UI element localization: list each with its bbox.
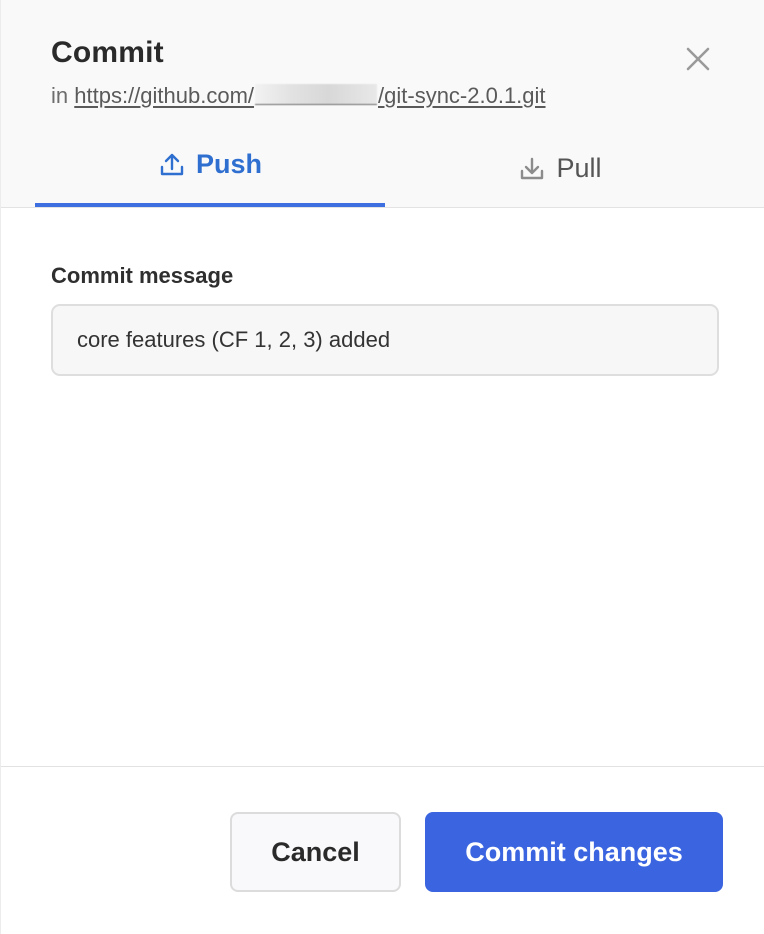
repo-subtitle: in https://github.com/ /git-sync-2.0.1.gi…: [51, 83, 546, 109]
subtitle-prefix: in: [51, 83, 69, 108]
upload-icon: [160, 153, 184, 175]
close-icon: [686, 47, 710, 71]
dialog-header: Commit in https://github.com/ /git-sync-2…: [1, 0, 764, 208]
commit-message-input[interactable]: [51, 304, 719, 376]
tab-push[interactable]: Push: [35, 140, 385, 207]
repo-url-end: /git-sync-2.0.1.git: [378, 83, 546, 108]
close-button[interactable]: [681, 42, 715, 76]
download-icon: [521, 157, 544, 179]
tab-pull[interactable]: Pull: [385, 140, 735, 207]
repo-url-link[interactable]: https://github.com/ /git-sync-2.0.1.git: [74, 83, 545, 108]
footer-divider: [1, 766, 764, 767]
redacted-username: [255, 84, 378, 105]
tab-push-label: Push: [195, 149, 262, 179]
repo-url-start: https://github.com/: [74, 83, 255, 108]
tab-pull-label: Pull: [556, 153, 602, 183]
dialog-title: Commit: [51, 36, 164, 69]
commit-changes-button[interactable]: Commit changes: [425, 812, 723, 892]
push-pull-tabs: Push Pull: [35, 140, 735, 207]
commit-dialog: Commit in https://github.com/ /git-sync-2…: [0, 0, 764, 934]
commit-message-label: Commit message: [51, 263, 234, 288]
cancel-button[interactable]: Cancel: [230, 812, 401, 892]
